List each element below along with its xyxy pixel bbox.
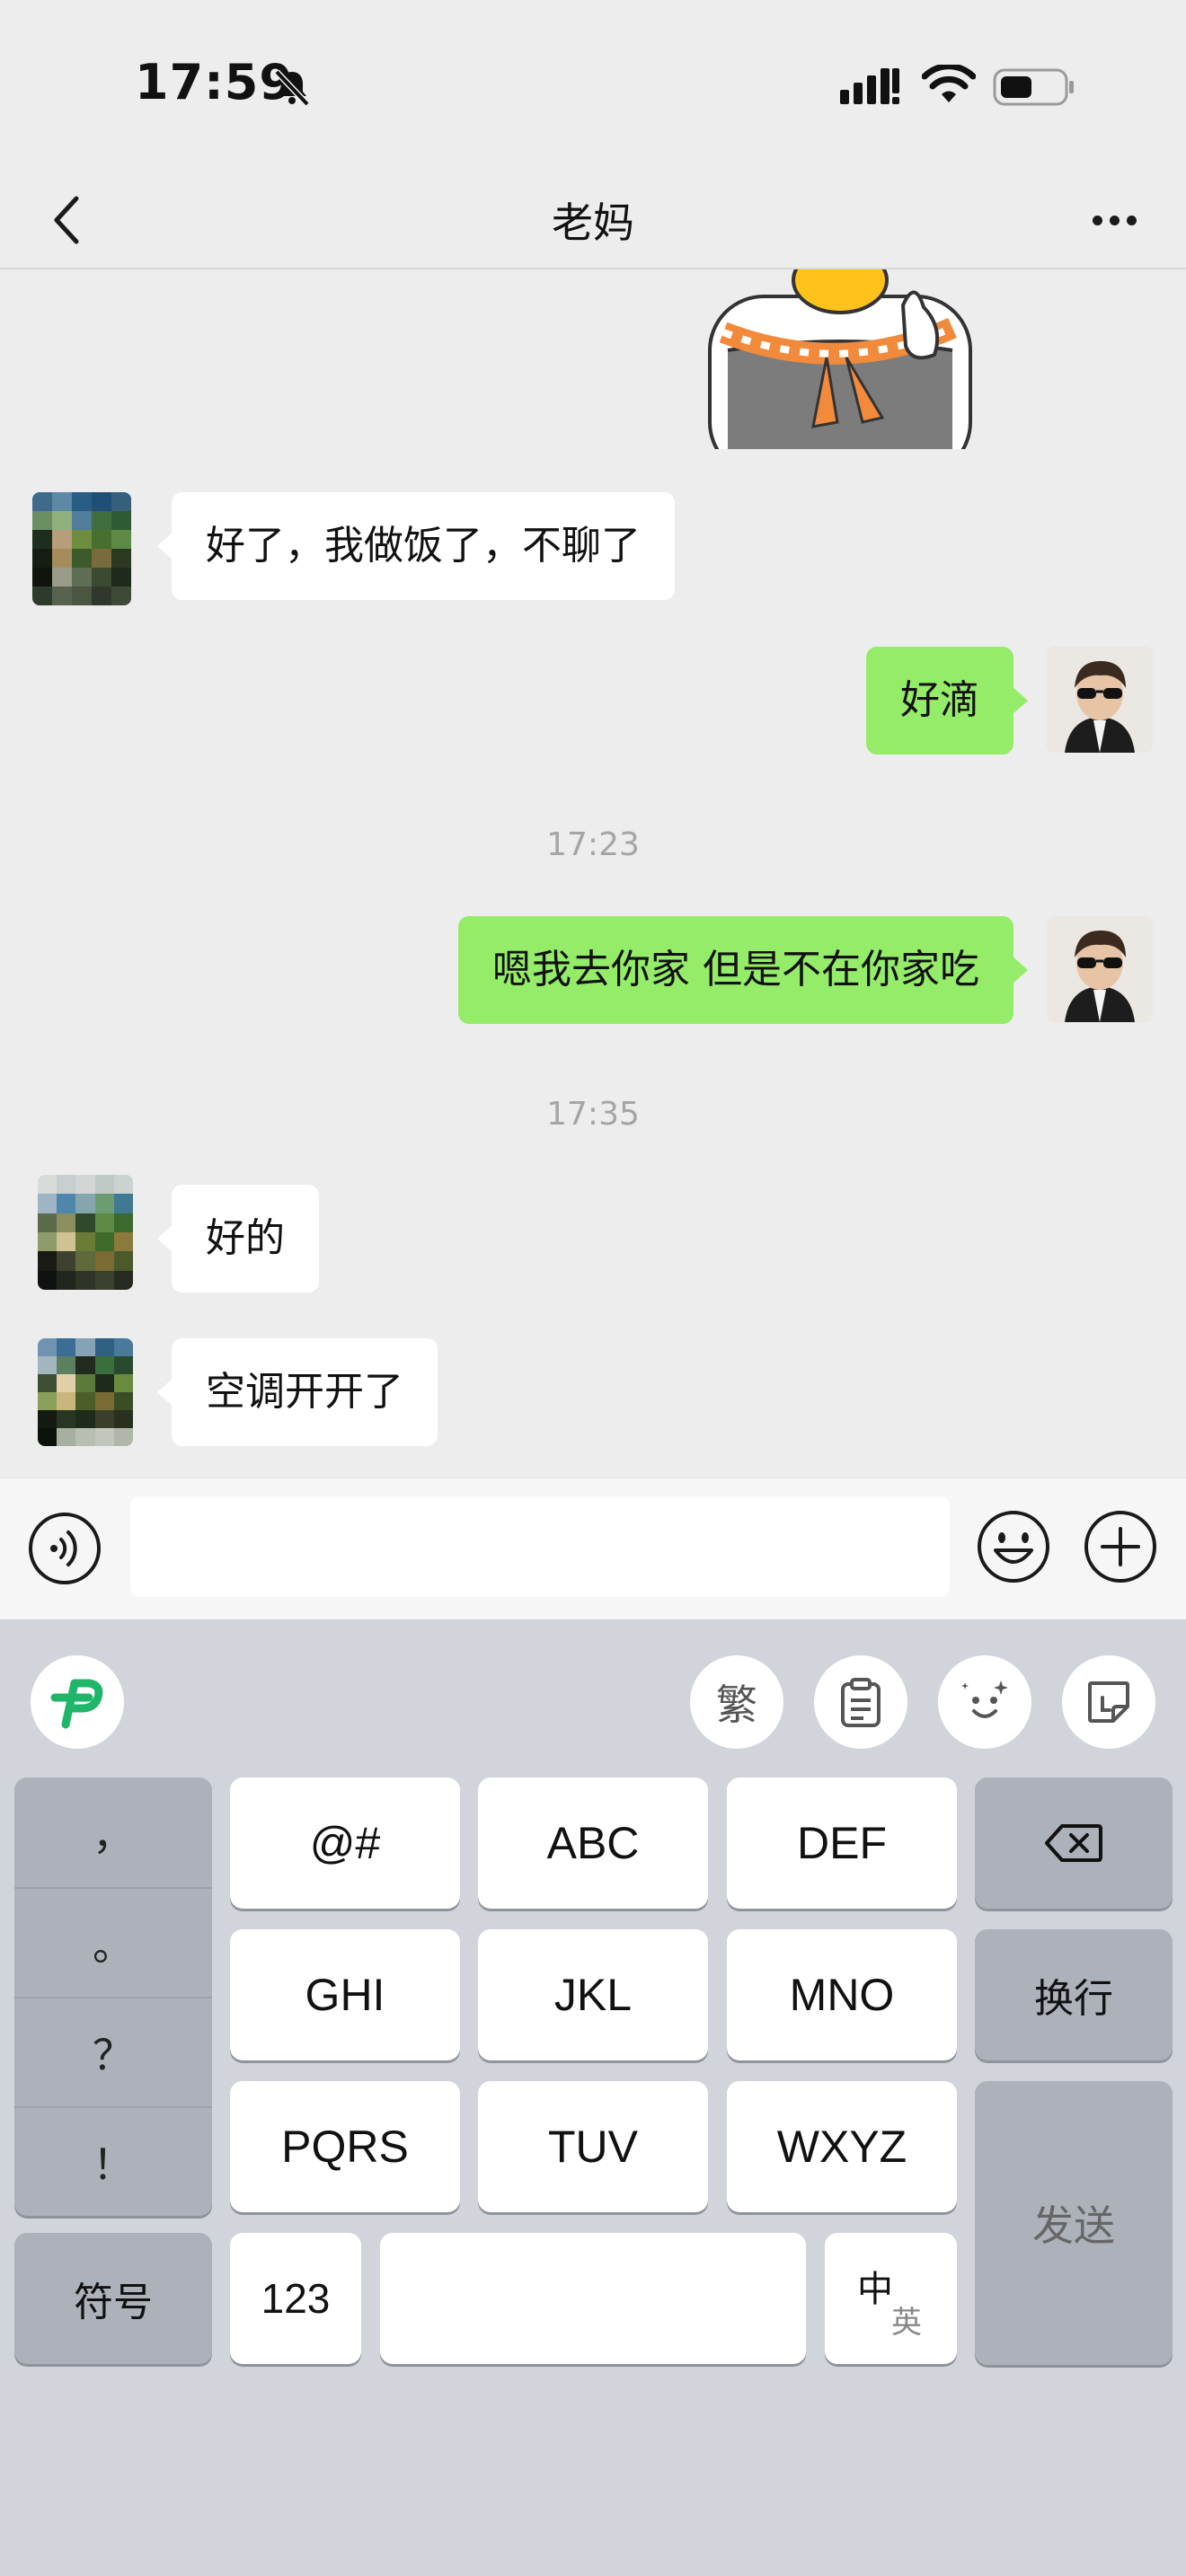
more-dots-icon bbox=[1092, 215, 1102, 225]
sparkle-face-icon bbox=[961, 1681, 1008, 1718]
key-question[interactable]: ？ bbox=[14, 1997, 212, 2106]
sticker-image[interactable] bbox=[692, 269, 988, 449]
send-button[interactable]: 发送 bbox=[975, 2081, 1173, 2365]
message-input[interactable] bbox=[130, 1496, 950, 1597]
key-comma[interactable]: ， bbox=[14, 1778, 212, 1887]
keyboard: 繁 ， 。 ？ ！ @# ABC DEF GHI JKL MNO 换行 PQRS… bbox=[0, 1619, 1186, 2576]
punctuation-column: ， 。 ？ ！ bbox=[14, 1778, 212, 2216]
symbols-button[interactable]: 符号 bbox=[14, 2233, 212, 2364]
key-pqrs[interactable]: PQRS bbox=[230, 2081, 460, 2212]
message-bubble-incoming[interactable]: 好的 bbox=[157, 1185, 319, 1292]
backspace-button[interactable] bbox=[975, 1778, 1173, 1909]
message-bubble-outgoing[interactable]: 好滴 bbox=[866, 647, 1028, 754]
bell-mute-icon bbox=[274, 69, 310, 107]
battery-icon bbox=[993, 68, 1074, 106]
key-exclaim[interactable]: ！ bbox=[14, 2106, 212, 2216]
avatar-mom[interactable] bbox=[38, 1338, 133, 1446]
message-bubble-incoming[interactable]: 好了，我做饭了，不聊了 bbox=[157, 492, 675, 600]
plus-icon[interactable] bbox=[1083, 1509, 1158, 1584]
more-button[interactable] bbox=[1078, 196, 1150, 244]
ai-emoji-button[interactable] bbox=[938, 1655, 1031, 1749]
wifi-icon bbox=[922, 65, 976, 102]
timestamp: 17:23 bbox=[546, 826, 640, 863]
key-mno[interactable]: MNO bbox=[727, 1929, 957, 2060]
nav-bar: 老妈 bbox=[0, 171, 1186, 269]
message-bubble-incoming[interactable]: 空调开开了 bbox=[157, 1338, 438, 1446]
status-bar: 17:59 bbox=[0, 0, 1186, 171]
message-bubble-outgoing[interactable]: 嗯我去你家 但是不在你家吃 bbox=[458, 916, 1028, 1024]
avatar-me[interactable] bbox=[1047, 916, 1153, 1022]
avatar-me[interactable] bbox=[1047, 647, 1153, 753]
key-ghi[interactable]: GHI bbox=[230, 1929, 460, 2060]
key-abc[interactable]: ABC bbox=[478, 1778, 708, 1909]
sticker-button[interactable] bbox=[1062, 1655, 1155, 1749]
keyboard-toolbar: 繁 bbox=[0, 1619, 1186, 1777]
key-def[interactable]: DEF bbox=[727, 1778, 957, 1909]
sticker-icon bbox=[1088, 1681, 1129, 1723]
voice-icon[interactable] bbox=[27, 1511, 102, 1586]
app-logo-icon bbox=[50, 1679, 103, 1729]
emoji-icon[interactable] bbox=[976, 1509, 1051, 1584]
clipboard-button[interactable] bbox=[814, 1655, 907, 1749]
clipboard-icon bbox=[841, 1678, 881, 1727]
numbers-button[interactable]: 123 bbox=[230, 2233, 361, 2364]
keyboard-logo-button[interactable] bbox=[31, 1655, 124, 1749]
key-jkl[interactable]: JKL bbox=[478, 1929, 708, 2060]
signal-icon bbox=[840, 68, 899, 104]
language-alt-label: 英 bbox=[891, 2306, 922, 2340]
traditional-chinese-button[interactable]: 繁 bbox=[690, 1655, 783, 1749]
avatar-mom[interactable] bbox=[32, 492, 131, 605]
chat-area[interactable]: 好了，我做饭了，不聊了 好滴 17:23 嗯我去你家 但是不在你家吃 17:35… bbox=[0, 269, 1186, 1478]
key-period[interactable]: 。 bbox=[14, 1887, 212, 1997]
newline-button[interactable]: 换行 bbox=[975, 1929, 1173, 2060]
language-main-label: 中 bbox=[857, 2270, 893, 2309]
key-at-hash[interactable]: @# bbox=[230, 1778, 460, 1909]
avatar-mom[interactable] bbox=[38, 1175, 133, 1290]
key-wxyz[interactable]: WXYZ bbox=[727, 2081, 957, 2212]
status-time: 17:59 bbox=[135, 54, 294, 110]
key-tuv[interactable]: TUV bbox=[478, 2081, 708, 2212]
input-bar bbox=[0, 1478, 1186, 1619]
backspace-icon bbox=[1045, 1824, 1102, 1862]
page-title: 老妈 bbox=[552, 198, 634, 247]
timestamp: 17:35 bbox=[546, 1096, 640, 1133]
space-bar[interactable] bbox=[380, 2233, 806, 2364]
language-switch-button[interactable]: 中 英 bbox=[825, 2233, 957, 2364]
